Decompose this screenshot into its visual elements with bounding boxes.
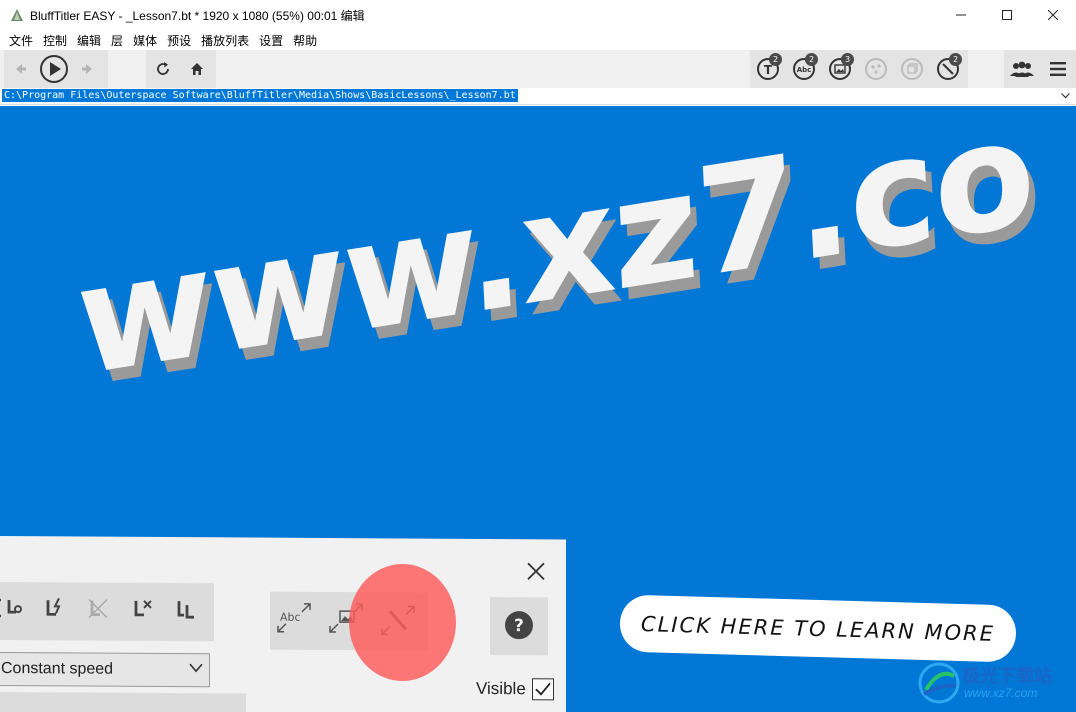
text-layer-button[interactable]: T 2 bbox=[750, 50, 786, 88]
particle-layer-button[interactable] bbox=[858, 50, 894, 88]
image-layer-button[interactable]: 3 bbox=[822, 50, 858, 88]
loop-icon bbox=[0, 598, 22, 618]
next-button[interactable] bbox=[72, 50, 104, 88]
abc-layer-count-badge: 2 bbox=[805, 53, 818, 66]
cube-layer-button[interactable] bbox=[894, 50, 930, 88]
checkmark-icon bbox=[535, 682, 551, 696]
reload-home-group bbox=[146, 50, 216, 88]
double-keyframe-icon bbox=[177, 601, 194, 619]
visible-checkbox[interactable] bbox=[531, 678, 554, 701]
maximize-icon bbox=[1002, 10, 1012, 20]
abc-layer-button[interactable]: Abc 2 bbox=[786, 50, 822, 88]
panel-close-button[interactable] bbox=[524, 559, 548, 583]
hamburger-menu-button[interactable] bbox=[1040, 50, 1076, 88]
visible-label: Visible bbox=[476, 678, 526, 699]
menu-edit[interactable]: 编辑 bbox=[72, 32, 106, 49]
highlight-circle bbox=[349, 564, 456, 681]
forward-arrow-icon bbox=[82, 64, 92, 74]
bluff-titler-app-icon bbox=[11, 9, 23, 21]
watermark-logo-icon bbox=[918, 662, 960, 704]
play-icon bbox=[40, 55, 68, 83]
split-keyframe-button[interactable] bbox=[78, 588, 118, 628]
previous-button[interactable] bbox=[4, 50, 36, 88]
image-layer-count-badge: 3 bbox=[841, 53, 854, 66]
close-icon bbox=[1048, 10, 1058, 20]
svg-text:?: ? bbox=[514, 616, 524, 636]
menu-media[interactable]: 媒体 bbox=[128, 32, 162, 49]
menu-help[interactable]: 帮助 bbox=[288, 32, 322, 49]
reload-icon bbox=[157, 62, 169, 75]
help-button[interactable]: ? bbox=[499, 605, 539, 645]
lightning-keyframe-icon bbox=[46, 597, 61, 616]
menu-file[interactable]: 文件 bbox=[4, 32, 38, 49]
minimize-icon bbox=[956, 14, 966, 16]
reload-button[interactable] bbox=[146, 50, 180, 88]
file-path-text[interactable]: C:\Program Files\Outerspace Software\Blu… bbox=[2, 89, 518, 102]
split-keyframe-icon bbox=[88, 599, 108, 619]
hamburger-menu-icon bbox=[1050, 62, 1066, 76]
text-expand-icon: Abc bbox=[277, 603, 311, 633]
chevron-down-icon bbox=[189, 663, 203, 673]
svg-text:Abc: Abc bbox=[797, 66, 812, 74]
instant-keyframe-button[interactable] bbox=[34, 588, 74, 628]
maximize-button[interactable] bbox=[984, 0, 1030, 30]
menu-layer[interactable]: 层 bbox=[106, 32, 128, 49]
back-arrow-icon bbox=[16, 64, 26, 74]
cube-icon bbox=[901, 58, 923, 80]
help-icon: ? bbox=[505, 611, 533, 640]
main-toolbar: T 2 Abc 2 3 2 bbox=[0, 50, 1076, 88]
panel-bottom-button[interactable] bbox=[0, 692, 246, 712]
menu-control[interactable]: 控制 bbox=[38, 32, 72, 49]
chevron-down-icon bbox=[1060, 93, 1070, 99]
menu-settings[interactable]: 设置 bbox=[254, 32, 288, 49]
layer-types-group: T 2 Abc 2 3 2 bbox=[750, 50, 968, 88]
speed-select-value: Constant speed bbox=[1, 660, 114, 678]
file-path-bar[interactable]: C:\Program Files\Outerspace Software\Blu… bbox=[0, 88, 1076, 105]
menu-bar: 文件 控制 编辑 层 媒体 预设 播放列表 设置 帮助 bbox=[0, 30, 1076, 50]
double-keyframe-button[interactable] bbox=[166, 589, 206, 629]
close-icon bbox=[527, 562, 545, 580]
svg-text:Abc: Abc bbox=[280, 611, 301, 624]
minimize-button[interactable] bbox=[938, 0, 984, 30]
watermark: 极光下载站 www.xz7.com bbox=[912, 660, 1074, 708]
users-icon bbox=[1010, 61, 1034, 77]
window-title: BluffTitler EASY - _Lesson7.bt * 1920 x … bbox=[30, 8, 365, 23]
learn-more-button[interactable]: CLICK HERE TO LEARN MORE bbox=[619, 594, 1017, 663]
menu-presets[interactable]: 预设 bbox=[162, 32, 196, 49]
play-button[interactable] bbox=[36, 50, 72, 88]
playback-group bbox=[4, 50, 108, 88]
watermark-title: 极光下载站 bbox=[962, 666, 1052, 686]
loop-keyframe-button[interactable] bbox=[0, 588, 30, 628]
delete-keyframe-icon bbox=[134, 600, 152, 617]
3d-title-text: www.xz7.co bbox=[73, 106, 1037, 409]
title-bar: BluffTitler EASY - _Lesson7.bt * 1920 x … bbox=[0, 0, 1076, 30]
visible-toggle-row: Visible bbox=[476, 677, 554, 701]
text-layer-count-badge: 2 bbox=[769, 53, 782, 66]
close-button[interactable] bbox=[1030, 0, 1076, 30]
layer-properties-panel: Abc ? Constant speed Visible bbox=[0, 536, 566, 712]
speed-select[interactable]: Constant speed bbox=[0, 651, 210, 688]
learn-more-label: CLICK HERE TO LEARN MORE bbox=[640, 611, 996, 646]
window-controls bbox=[938, 0, 1076, 30]
text-expand-button[interactable]: Abc bbox=[274, 598, 314, 638]
magic-layer-button[interactable]: 2 bbox=[930, 50, 966, 88]
path-dropdown-button[interactable] bbox=[1060, 90, 1070, 102]
right-tools-group bbox=[1004, 50, 1076, 88]
delete-keyframe-button[interactable] bbox=[122, 589, 162, 629]
home-button[interactable] bbox=[180, 50, 214, 88]
menu-playlist[interactable]: 播放列表 bbox=[196, 32, 254, 49]
watermark-url: www.xz7.com bbox=[964, 686, 1038, 700]
particle-icon bbox=[865, 58, 887, 80]
users-button[interactable] bbox=[1004, 50, 1040, 88]
magic-layer-count-badge: 2 bbox=[949, 53, 962, 66]
home-icon bbox=[191, 63, 203, 75]
